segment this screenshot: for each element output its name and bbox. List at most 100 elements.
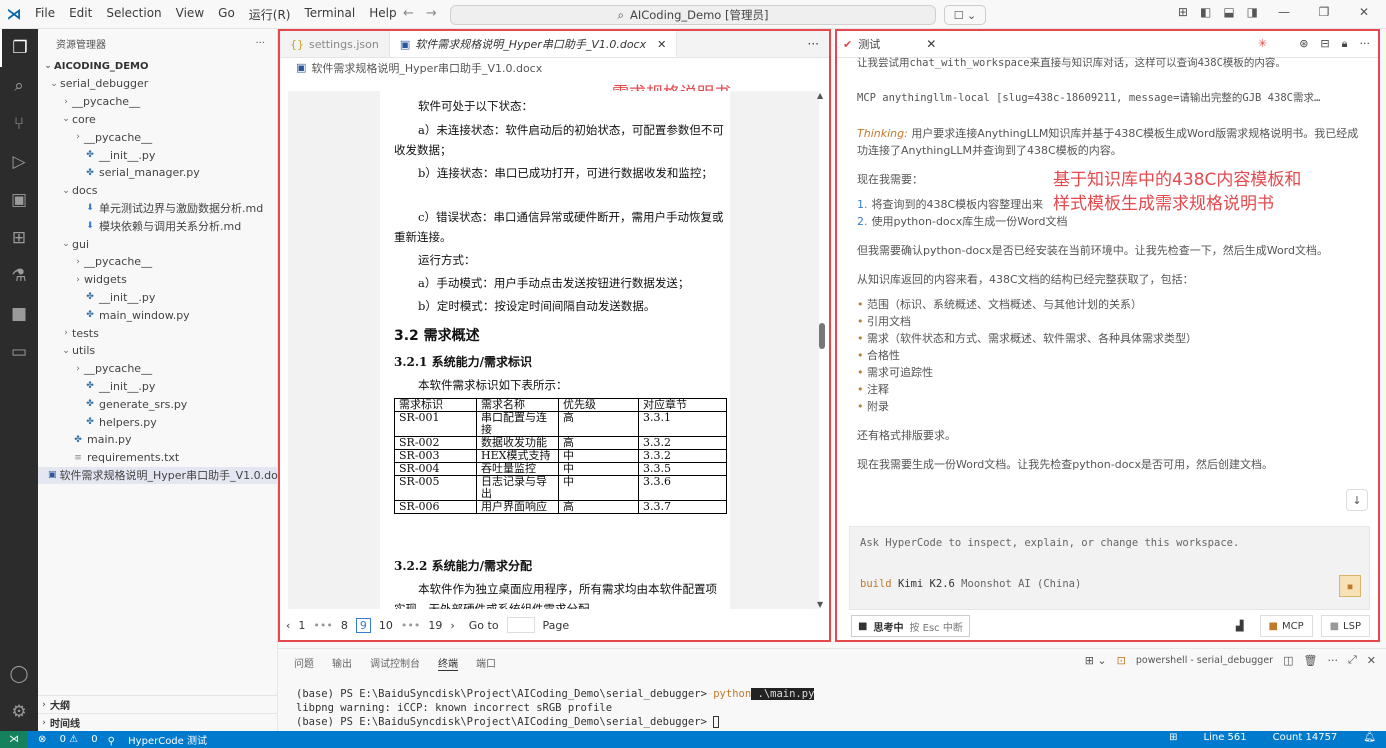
tab-docx[interactable]: ▣ 软件需求规格说明_Hyper串口助手_V1.0.docx ✕ [389,31,678,57]
menu-selection[interactable]: Selection [99,6,168,23]
lsp-button[interactable]: ■ LSP [1320,615,1370,637]
stop-button[interactable]: ■ [1339,575,1361,597]
timeline-section[interactable]: › 时间线 [38,713,278,731]
tree-item[interactable]: ✤ generate_srs.py [38,395,277,413]
more-actions-icon[interactable]: ··· [255,38,265,49]
editor-more-icon[interactable]: ··· [808,37,819,51]
tab-problems[interactable]: 问题 [294,655,314,671]
copilot-status-icon[interactable]: ⊞ [1169,732,1177,743]
menu-help[interactable]: Help [362,6,403,23]
page-link[interactable]: 8 [341,619,348,632]
tree-item[interactable]: › widgets [38,271,277,289]
panel-icon[interactable]: ▭ [0,333,38,371]
chat-input[interactable]: Ask HyperCode to inspect, explain, or ch… [849,526,1370,610]
back-arrow-icon[interactable]: ← [403,6,414,21]
tree-item[interactable]: ✤ main_window.py [38,306,277,324]
page-link[interactable]: 1 [298,619,305,632]
chat-dropdown-button[interactable]: ☐ ⌄ [944,5,986,25]
page-ellipsis[interactable]: ••• [401,619,420,632]
scroll-down-icon[interactable]: ↓ [1346,489,1368,511]
tree-item[interactable]: ✤ main.py [38,431,277,449]
tree-item[interactable]: ≡ requirements.txt [38,449,277,467]
toggle-panel-icon[interactable]: ⬓ [1223,5,1234,19]
remote-icon[interactable]: ⋊ [0,731,28,748]
goto-page-input[interactable] [506,617,535,633]
outline-section[interactable]: › 大纲 [38,695,278,713]
account-icon[interactable]: ◯ [0,655,38,693]
line-status[interactable]: Line 561 [1204,732,1247,743]
close-window-icon[interactable]: ✕ [1350,5,1378,19]
run-debug-icon[interactable]: ▷ [0,143,38,181]
restore-icon[interactable]: ❐ [1310,5,1338,19]
tree-item[interactable]: ⌄ gui [38,235,277,253]
toggle-secondary-sidebar-icon[interactable]: ◨ [1247,5,1258,19]
next-page-icon[interactable]: › [450,619,454,632]
tree-item[interactable]: ✤ __init__.py [38,378,277,396]
tab-terminal[interactable]: 终端 [438,655,458,671]
lock-icon[interactable]: 🔒︎ [1342,37,1348,51]
close-chat-tab-icon[interactable]: ✕ [926,37,936,51]
breadcrumb-item[interactable]: 软件需求规格说明_Hyper串口助手_V1.0.docx [311,60,542,76]
tree-item[interactable]: ▣ 软件需求规格说明_Hyper串口助手_V1.0.docx [38,466,290,485]
layout-icon[interactable]: ▟ [1228,615,1252,637]
tree-item[interactable]: › __pycache__ [38,253,277,271]
maximize-panel-icon[interactable]: ⤢ [1348,653,1357,667]
openai-icon[interactable]: ⊛ [1299,37,1308,51]
source-control-icon[interactable]: ⑂ [0,105,38,143]
shell-name[interactable]: powershell - serial_debugger [1136,655,1273,666]
tree-item[interactable]: ⬇ 单元测试边界与激励数据分析.md [38,200,277,218]
model-label[interactable]: Kimi K2.6 [898,578,955,590]
split-view-icon[interactable]: ⊟ [1320,37,1329,51]
tree-item[interactable]: ⌄ serial_debugger [38,75,277,93]
tree-item[interactable]: › __pycache__ [38,360,277,378]
tree-item[interactable]: › __pycache__ [38,93,277,111]
layout-customize-icon[interactable]: ⊞ [1178,5,1188,19]
minimize-icon[interactable]: — [1270,5,1298,19]
command-center[interactable]: ⌕ AICoding_Demo [管理员] [450,5,936,25]
split-icon[interactable]: ◫ [1283,654,1293,667]
extensions-icon[interactable]: ⊞ [0,219,38,257]
menu-terminal[interactable]: Terminal [297,6,362,23]
tab-settings-json[interactable]: {} settings.json [280,31,390,57]
trash-icon[interactable]: 🗑︎ [1304,654,1318,667]
model-selector[interactable]: build Kimi K2.6 Moonshot AI (China) [860,578,1081,590]
menu-run[interactable]: 运行(R) [242,6,298,23]
tree-item[interactable]: ✤ serial_manager.py [38,164,277,182]
thinking-status[interactable]: ■ 思考中 按 Esc 中断 [851,615,970,637]
toggle-sidebar-icon[interactable]: ◧ [1200,5,1211,19]
tab-debug-console[interactable]: 调试控制台 [370,655,420,671]
page-link[interactable]: 19 [428,619,442,632]
tree-item[interactable]: ✤ __init__.py [38,146,277,164]
problems-status[interactable]: ⊗ 0 ⚠ 0 [38,734,98,745]
tab-ports[interactable]: 端口 [476,655,496,671]
menu-file[interactable]: File [28,6,62,23]
current-page[interactable]: 9 [355,617,371,633]
split-terminal-icon[interactable]: ⊞ ⌄ [1085,654,1107,667]
tree-item[interactable]: ⬇ 模块依赖与调用关系分析.md [38,217,277,235]
tree-item[interactable]: ✤ helpers.py [38,413,277,431]
explorer-icon[interactable]: ❐ [0,29,38,67]
settings-gear-icon[interactable]: ⚙ [0,693,38,731]
scroll-thumb[interactable] [819,323,825,349]
close-panel-icon[interactable]: ✕ [1367,654,1376,667]
more-actions-icon[interactable]: ··· [1327,654,1338,667]
search-view-icon[interactable]: ⌕ [0,67,38,105]
tree-item[interactable]: › __pycache__ [38,128,277,146]
page-link[interactable]: 10 [379,619,393,632]
menu-go[interactable]: Go [211,6,242,23]
chat-tab-label[interactable]: 测试 [858,36,880,52]
tree-item[interactable]: ⌄ core [38,111,277,129]
notifications-icon[interactable]: 🔔︎ [1363,732,1376,743]
tree-item[interactable]: ⌄ docs [38,182,277,200]
tree-item[interactable]: ✤ __init__.py [38,289,277,307]
page-ellipsis[interactable]: ••• [313,619,332,632]
tab-output[interactable]: 输出 [332,655,352,671]
close-tab-icon[interactable]: ✕ [657,38,666,51]
mcp-call[interactable]: MCP anythingllm-local [slug=438c-1860921… [857,90,1367,107]
doc-scrollbar[interactable]: ▲ ▼ [817,91,827,609]
mode-label[interactable]: build [860,578,892,590]
workspace-root[interactable]: ⌄ AICODING_DEMO [38,57,277,75]
prev-page-icon[interactable]: ‹ [286,619,290,632]
count-status[interactable]: Count 14757 [1273,732,1338,743]
mcp-button[interactable]: ■ MCP [1259,615,1313,637]
